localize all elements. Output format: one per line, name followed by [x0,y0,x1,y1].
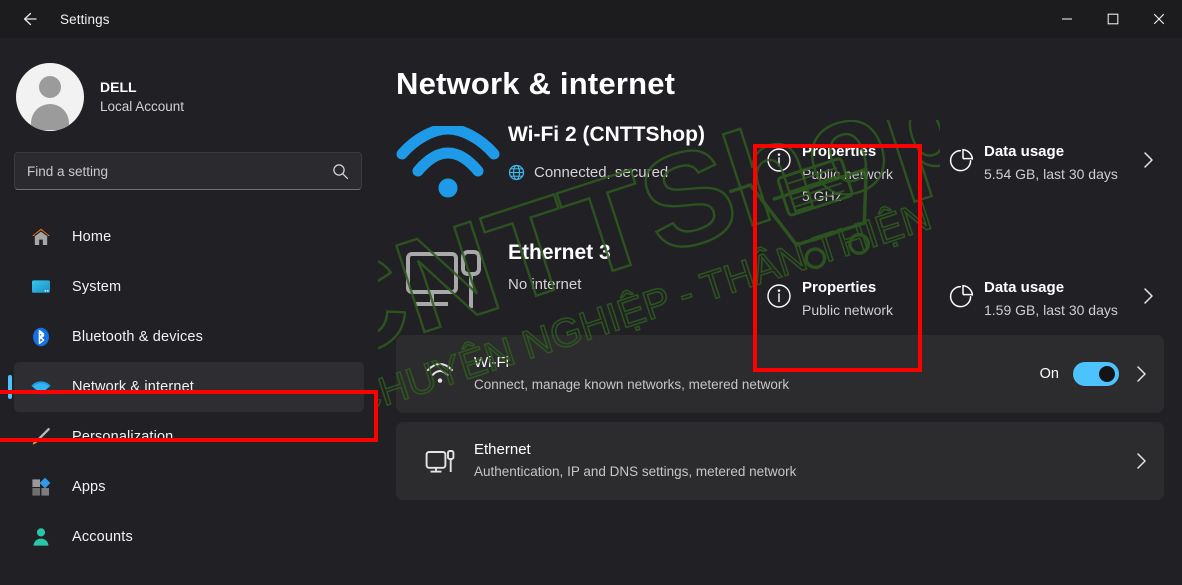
chevron-right-icon [1142,142,1155,175]
wifi-row-icon [418,361,462,387]
sidebar-item-accounts[interactable]: Accounts [14,512,364,562]
chevron-right-icon [1135,364,1148,384]
maximize-button[interactable] [1090,0,1136,38]
caption-buttons [1044,0,1182,38]
row-subtitle: Authentication, IP and DNS settings, met… [474,464,797,480]
network-status-ethernet: Ethernet 3 No internet [388,238,611,318]
account-name: DELL [100,79,137,96]
search-box[interactable] [14,152,362,190]
data-usage-text-ethernet: Data usage 1.59 GB, last 30 days [984,278,1118,320]
wifi-icon [28,374,54,400]
network-status-text: Connected, secured [534,164,669,182]
chevron-right-icon [1135,451,1148,471]
action-title: Properties [802,279,877,296]
action-title: Properties [802,143,877,160]
minimize-icon [1062,18,1072,20]
action-subtitle: Public network [802,301,894,318]
close-button[interactable] [1136,0,1182,38]
network-status: No internet [508,276,611,293]
action-subtitle: 5.54 GB, last 30 days [984,165,1118,182]
globe-icon [508,164,525,181]
sidebar-item-label: Personalization [72,429,174,445]
action-subtitle: 5 GHz [802,187,842,204]
properties-action-ethernet[interactable]: Properties Public network [756,278,893,320]
home-icon [28,224,54,250]
wifi-toggle-state: On [1039,366,1059,382]
network-name: Ethernet 3 [508,241,611,264]
minimize-button[interactable] [1044,0,1090,38]
wifi-toggle[interactable] [1073,362,1119,386]
ethernet-row-icon [418,447,462,475]
account-type: Local Account [100,99,185,115]
paintbrush-icon [28,424,54,450]
window-title: Settings [60,11,110,27]
action-title: Data usage [984,143,1065,160]
data-usage-action-ethernet[interactable]: Data usage 1.59 GB, last 30 days [938,278,1155,320]
data-usage-text-wifi: Data usage 5.54 GB, last 30 days [984,142,1118,184]
accounts-icon [28,524,54,550]
sidebar-item-home[interactable]: Home [14,212,364,262]
sidebar-item-system[interactable]: System [14,262,364,312]
sidebar-item-apps[interactable]: Apps [14,462,364,512]
sidebar-nav: Home System Bluetooth & devices Network … [0,212,378,562]
row-title: Wi-Fi [474,353,509,371]
sidebar: DELL Local Account Home [0,38,378,585]
network-name: Wi-Fi 2 (CNTTShop) [508,123,705,146]
ethernet-monitor-icon [388,238,508,318]
action-title: Data usage [984,279,1065,296]
pie-chart-icon [938,278,984,310]
setting-row-ethernet-text: Ethernet Authentication, IP and DNS sett… [474,440,1119,482]
network-status-grid: Wi-Fi 2 (CNTTShop) Connected, secured Et… [378,120,1182,335]
user-avatar-icon [16,63,84,131]
network-status-wifi: Wi-Fi 2 (CNTTShop) Connected, secured [388,120,705,210]
maximize-icon [1107,13,1119,25]
info-icon [756,278,802,309]
settings-rows: Wi-Fi Connect, manage known networks, me… [396,335,1164,500]
apps-icon [28,474,54,500]
action-subtitle: Public network [802,165,894,182]
pie-chart-icon [938,142,984,174]
bluetooth-icon [28,324,54,350]
data-usage-action-wifi[interactable]: Data usage 5.54 GB, last 30 days [938,142,1155,184]
setting-row-wifi-text: Wi-Fi Connect, manage known networks, me… [474,353,1040,395]
back-arrow-icon [23,12,37,26]
row-subtitle: Connect, manage known networks, metered … [474,377,790,393]
search-icon [333,163,349,179]
info-icon [756,142,802,173]
search-input[interactable] [27,163,332,179]
setting-row-ethernet[interactable]: Ethernet Authentication, IP and DNS sett… [396,422,1164,500]
sidebar-item-label: Home [72,229,112,245]
row-title: Ethernet [474,440,531,458]
toggle-knob [1099,366,1115,382]
close-icon [1153,13,1165,25]
account-text: DELL Local Account [100,77,184,117]
setting-row-wifi[interactable]: Wi-Fi Connect, manage known networks, me… [396,335,1164,413]
settings-window: Settings DELL Local Account Find a setti… [0,0,1182,585]
account-summary[interactable]: DELL Local Account [0,38,378,134]
sidebar-item-personalization[interactable]: Personalization [14,412,364,462]
sidebar-item-label: Network & internet [72,379,194,395]
action-subtitle: 1.59 GB, last 30 days [984,301,1118,318]
sidebar-item-bluetooth[interactable]: Bluetooth & devices [14,312,364,362]
properties-action-wifi[interactable]: Properties Public network 5 GHz [756,142,893,206]
back-button[interactable] [8,3,50,35]
wifi-info: Wi-Fi 2 (CNTTShop) Connected, secured [508,120,705,181]
ethernet-info: Ethernet 3 No internet [508,238,611,293]
system-icon [28,274,54,300]
wifi-signal-icon [388,120,508,210]
sidebar-item-network-internet[interactable]: Network & internet [8,362,364,412]
properties-text-wifi: Properties Public network 5 GHz [802,142,893,206]
sidebar-item-label: Bluetooth & devices [72,329,204,345]
properties-text-ethernet: Properties Public network [802,278,893,320]
sidebar-item-label: Apps [72,479,106,495]
sidebar-item-label: System [72,279,122,295]
page-title: Network & internet [396,66,676,101]
chevron-right-icon [1142,278,1155,311]
network-status-text: No internet [508,276,582,294]
network-status: Connected, secured [508,164,705,181]
sidebar-item-label: Accounts [72,529,133,545]
main-content: Network & internet Wi-Fi 2 (CNTTShop) Co… [378,38,1182,585]
title-bar: Settings [0,0,1182,38]
